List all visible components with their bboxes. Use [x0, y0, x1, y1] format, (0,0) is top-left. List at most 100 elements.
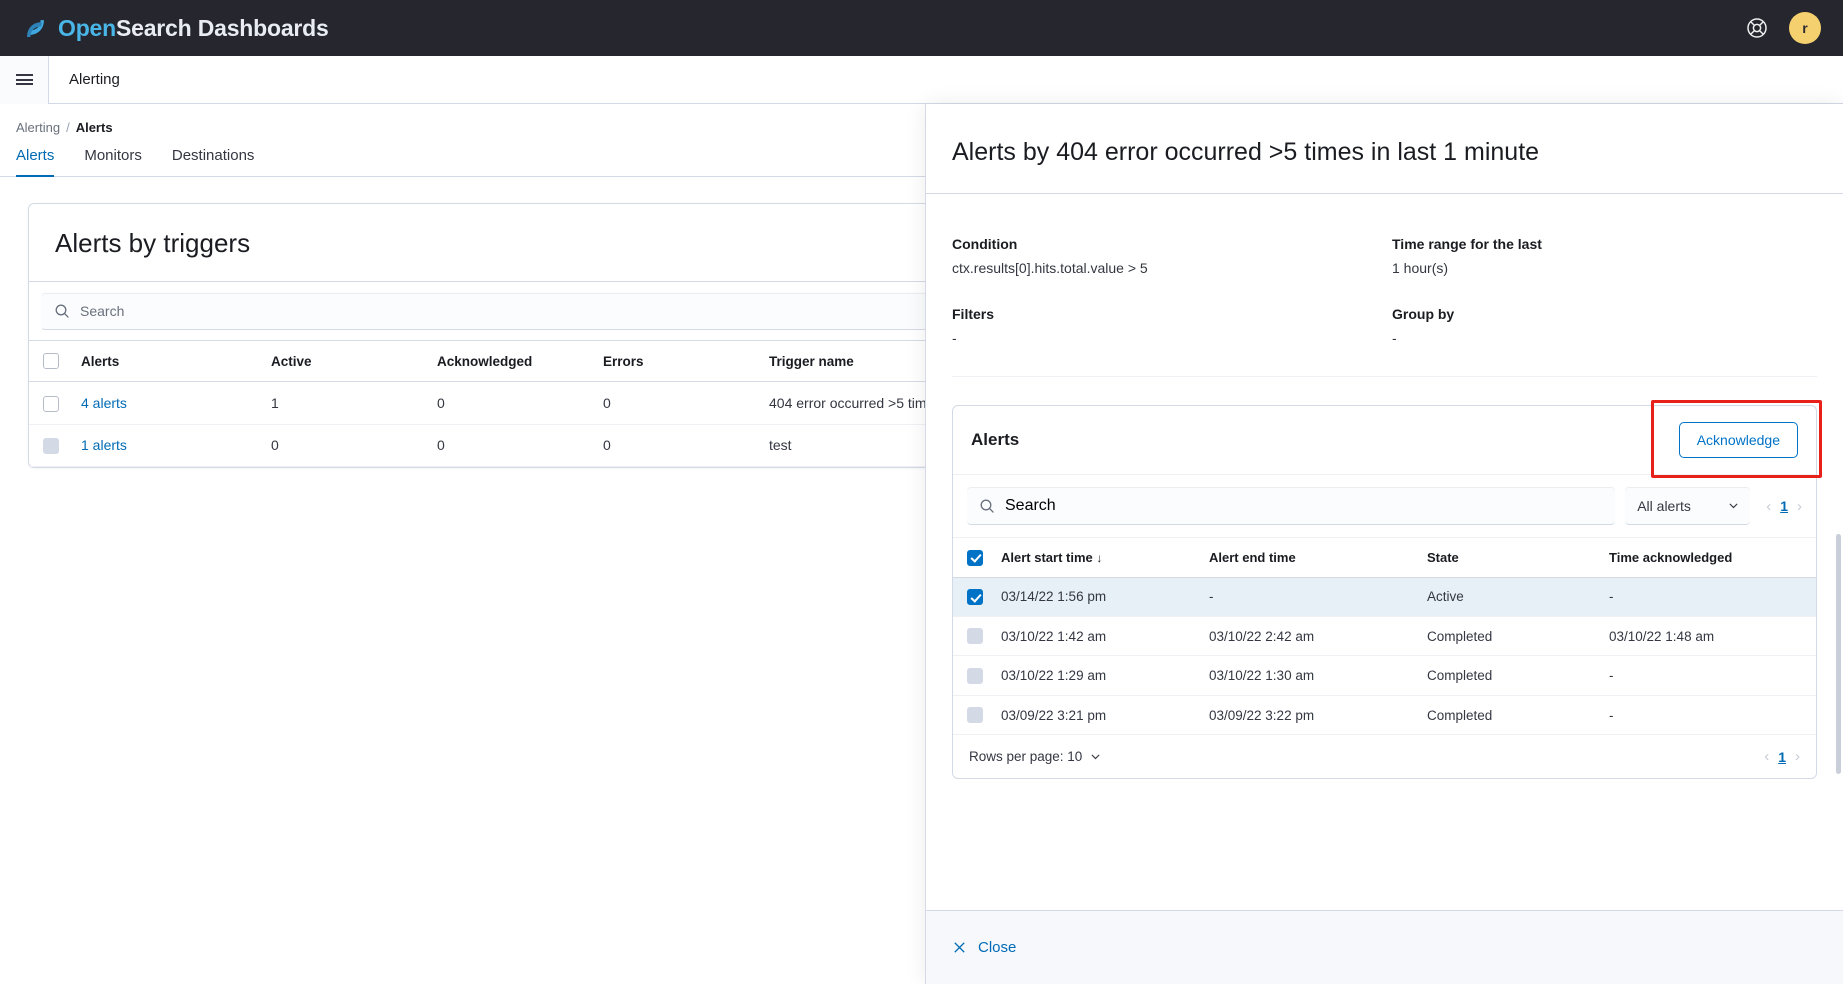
cell-state: Active: [1419, 577, 1601, 618]
monitor-details: Condition ctx.results[0].hits.total.valu…: [952, 194, 1817, 377]
cell-state: Completed: [1419, 616, 1601, 657]
filters-label: Filters: [952, 306, 995, 322]
breadcrumb-separator: /: [66, 120, 70, 135]
groupby-field: Group by -: [1392, 306, 1817, 346]
condition-value: ctx.results[0].hits.total.value > 5: [952, 260, 1148, 276]
app-root: OpenSearch Dashboards r Alerting Alertin…: [0, 0, 1843, 984]
cell-acknowledged: 0: [429, 381, 595, 425]
flyout-footer: Close: [926, 910, 1843, 984]
breadcrumb-alerts[interactable]: Alerts: [76, 120, 113, 135]
select-all-checkbox[interactable]: [43, 353, 59, 370]
logo-text: OpenSearch Dashboards: [58, 15, 329, 42]
row-checkbox-cell: [29, 381, 73, 425]
alerts-column-time-acknowledged[interactable]: Time acknowledged: [1601, 537, 1816, 578]
alerts-link[interactable]: 1 alerts: [81, 437, 127, 453]
row-checkbox[interactable]: [967, 589, 983, 605]
table-row[interactable]: 03/10/22 1:42 am 03/10/22 2:42 am Comple…: [953, 616, 1816, 657]
table-row[interactable]: 03/10/22 1:29 am 03/10/22 1:30 am Comple…: [953, 655, 1816, 696]
cell-start-time: 03/14/22 1:56 pm: [993, 577, 1201, 618]
help-lifebuoy-icon[interactable]: [1745, 16, 1769, 40]
row-checkbox[interactable]: [967, 707, 983, 724]
alerts-link[interactable]: 4 alerts: [81, 395, 127, 411]
select-all-header: [29, 339, 73, 383]
sort-descending-icon: ↓: [1096, 550, 1103, 565]
filters-field: Filters -: [952, 306, 1392, 346]
row-checkbox-cell: [953, 616, 993, 657]
row-checkbox[interactable]: [967, 667, 983, 684]
page-number-1[interactable]: 1: [1780, 498, 1788, 514]
search-icon: [55, 304, 69, 318]
logo-open-text: Open: [58, 14, 116, 41]
logo-rest-text: Search Dashboards: [115, 14, 329, 41]
row-checkbox[interactable]: [967, 628, 983, 645]
tab-destinations[interactable]: Destinations: [172, 147, 255, 177]
rows-per-page-label: Rows per page: 10: [969, 749, 1083, 765]
global-header: OpenSearch Dashboards r: [0, 0, 1843, 56]
breadcrumb-alerting[interactable]: Alerting: [16, 120, 60, 135]
search-placeholder: Search: [80, 303, 125, 319]
alerts-table-header-row: Alert start time ↓ Alert end time State …: [953, 537, 1816, 578]
alerts-select-all-checkbox[interactable]: [967, 549, 983, 566]
close-button[interactable]: Close: [952, 939, 1016, 956]
cell-alerts-count: 4 alerts: [73, 381, 263, 425]
alerts-footer-pagination: ‹ 1 ›: [1758, 748, 1800, 765]
chevron-right-icon[interactable]: ›: [1797, 498, 1802, 515]
groupby-value: -: [1392, 330, 1397, 346]
close-button-label: Close: [978, 939, 1017, 956]
alert-state-filter-value: All alerts: [1637, 497, 1691, 514]
nav-title: Alerting: [69, 71, 120, 88]
alerts-column-end-time[interactable]: Alert end time: [1201, 537, 1419, 578]
alerts-search-input[interactable]: Search: [967, 487, 1616, 525]
chevron-left-icon[interactable]: ‹: [1764, 748, 1769, 765]
acknowledge-button[interactable]: Acknowledge: [1678, 422, 1798, 458]
rows-per-page-selector[interactable]: Rows per page: 10: [969, 749, 1102, 764]
row-checkbox-cell: [953, 655, 993, 696]
column-header-alerts[interactable]: Alerts: [73, 339, 263, 383]
alerts-search-placeholder: Search: [1005, 496, 1056, 514]
alerts-card-header: Alerts Acknowledge: [953, 400, 1822, 478]
hamburger-menu-icon[interactable]: [0, 55, 49, 104]
search-icon: [980, 499, 994, 513]
alerts-column-start-time-label: Alert start time: [1001, 549, 1093, 565]
cell-errors: 0: [595, 381, 761, 425]
alerts-column-start-time[interactable]: Alert start time ↓: [993, 537, 1201, 578]
row-checkbox[interactable]: [43, 395, 59, 412]
alerts-column-state[interactable]: State: [1419, 537, 1601, 578]
cell-acknowledged: 0: [429, 424, 595, 468]
cell-end-time: 03/09/22 3:22 pm: [1201, 695, 1419, 736]
flyout-scrollbar[interactable]: [1836, 534, 1841, 774]
alerts-table: Alert start time ↓ Alert end time State …: [953, 537, 1816, 736]
flyout-body: Condition ctx.results[0].hits.total.valu…: [926, 194, 1843, 910]
column-header-errors[interactable]: Errors: [595, 339, 761, 383]
opensearch-logo-icon: [27, 19, 44, 37]
table-row[interactable]: 03/09/22 3:21 pm 03/09/22 3:22 pm Comple…: [953, 695, 1816, 736]
opensearch-logo[interactable]: OpenSearch Dashboards: [22, 15, 329, 42]
condition-label: Condition: [952, 236, 1018, 252]
timerange-value: 1 hour(s): [1392, 260, 1449, 276]
chevron-left-icon[interactable]: ‹: [1766, 498, 1771, 515]
cell-end-time: 03/10/22 2:42 am: [1201, 616, 1419, 657]
flyout-title: Alerts by 404 error occurred >5 times in…: [952, 138, 1540, 166]
row-checkbox[interactable]: [43, 438, 59, 455]
page-body: Alerting / Alerts Alerts Monitors Destin…: [0, 104, 1843, 984]
alerts-card-title: Alerts: [971, 430, 1020, 449]
alerts-pagination: ‹ 1 ›: [1760, 498, 1802, 515]
cell-start-time: 03/10/22 1:29 am: [993, 655, 1201, 696]
chevron-right-icon[interactable]: ›: [1795, 748, 1800, 765]
groupby-label: Group by: [1392, 306, 1455, 322]
tab-monitors[interactable]: Monitors: [84, 147, 142, 177]
cell-time-acknowledged: -: [1601, 695, 1816, 736]
cell-active: 0: [263, 424, 429, 468]
table-row[interactable]: 03/14/22 1:56 pm - Active -: [953, 577, 1816, 618]
alerts-card-footer: Rows per page: 10 ‹ 1 ›: [953, 735, 1816, 778]
alert-details-flyout: Alerts by 404 error occurred >5 times in…: [925, 104, 1843, 984]
column-header-active[interactable]: Active: [263, 339, 429, 383]
acknowledge-wrapper: Acknowledge: [1650, 400, 1822, 478]
column-header-acknowledged[interactable]: Acknowledged: [429, 339, 595, 383]
alerts-card: Alerts Acknowledge Search All alerts ‹ 1…: [952, 400, 1822, 780]
row-checkbox-cell: [953, 577, 993, 618]
page-number-1[interactable]: 1: [1778, 749, 1786, 765]
alert-state-filter-select[interactable]: All alerts: [1625, 487, 1751, 525]
avatar[interactable]: r: [1789, 12, 1821, 44]
tab-alerts[interactable]: Alerts: [16, 147, 55, 177]
